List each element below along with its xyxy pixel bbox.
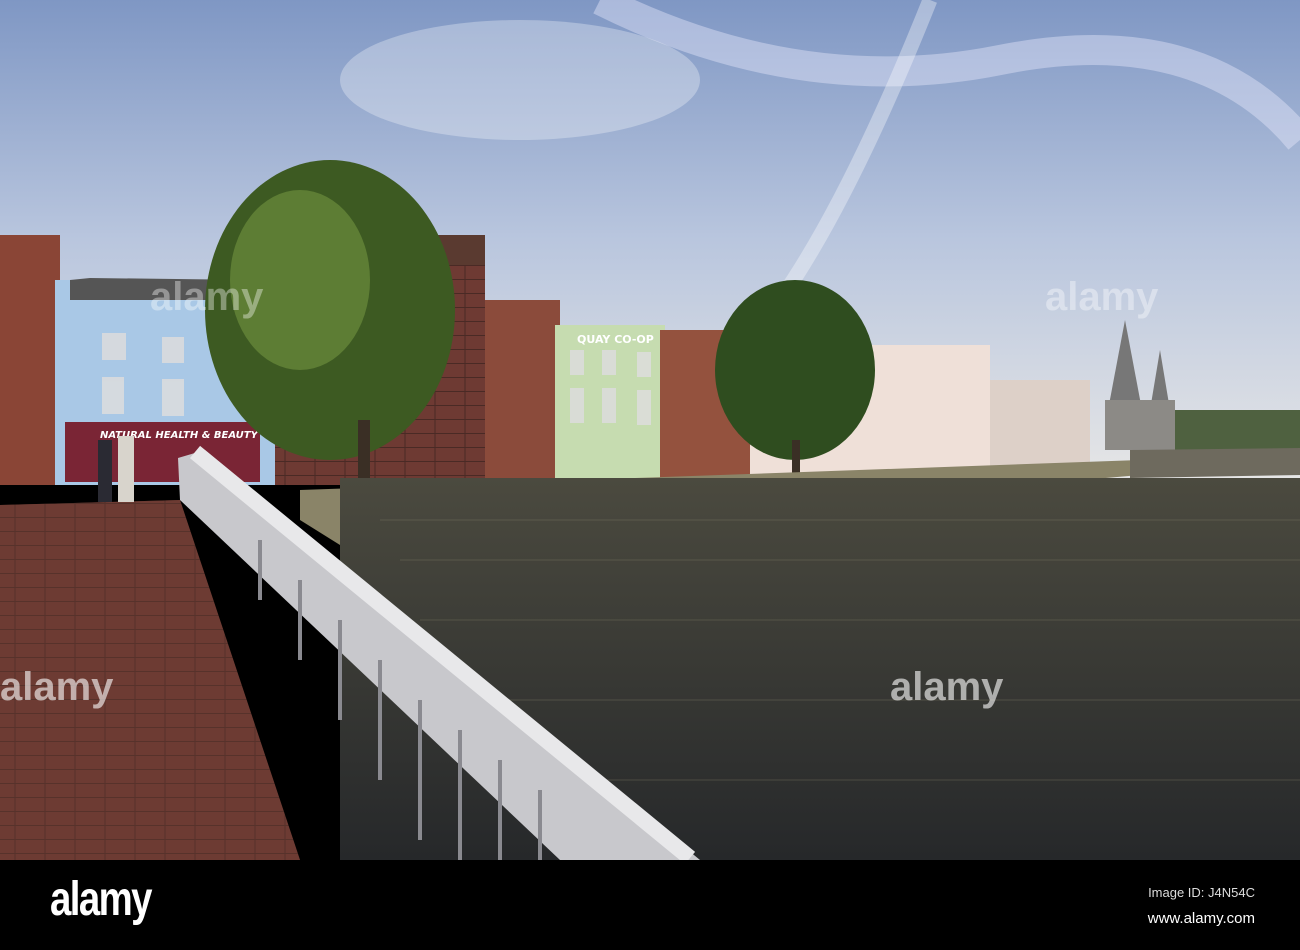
svg-text:alamy: alamy	[890, 665, 1004, 709]
alamy-logo: alamy	[50, 873, 152, 926]
image-id: Image ID: J4N54C	[1148, 885, 1255, 900]
stone-bridge	[1130, 448, 1300, 478]
site-url: www.alamy.com	[1147, 910, 1255, 927]
footer-bar: alamy Image ID: J4N54C www.alamy.com	[0, 860, 1300, 950]
shop-sign-quay-coop: QUAY CO-OP	[577, 333, 654, 346]
river	[340, 478, 1300, 860]
svg-text:alamy: alamy	[0, 665, 114, 709]
river-quay-photo: NATURAL HEALTH & BEAUTY QUAY CO-OP alamy…	[0, 0, 1300, 860]
svg-text:alamy: alamy	[150, 275, 264, 319]
svg-text:alamy: alamy	[1045, 275, 1159, 319]
